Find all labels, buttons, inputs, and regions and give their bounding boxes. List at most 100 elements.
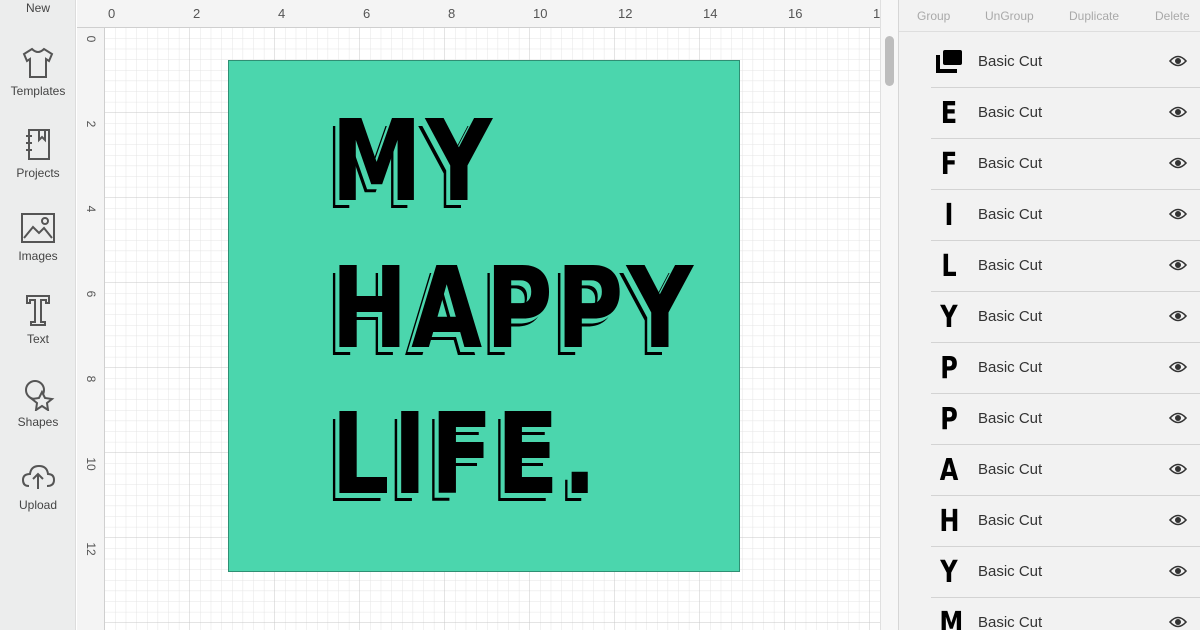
ruler-left-label: 2 — [84, 120, 98, 128]
ruler-top-label: 12 — [618, 6, 633, 21]
eye-icon[interactable] — [1169, 615, 1187, 629]
layer-row[interactable]: E Basic Cut — [931, 88, 1200, 139]
ruler-top-label: 8 — [448, 6, 456, 21]
ruler-top-label: 10 — [533, 6, 548, 21]
layer-name: Basic Cut — [978, 410, 1043, 427]
eye-icon[interactable] — [1169, 462, 1187, 476]
eye-icon[interactable] — [1169, 411, 1187, 425]
templates-label: Templates — [10, 84, 66, 98]
layer-row[interactable]: P Basic Cut — [931, 343, 1200, 394]
eye-icon[interactable] — [1169, 513, 1187, 527]
eye-icon[interactable] — [1169, 105, 1187, 119]
eye-icon[interactable] — [1169, 360, 1187, 374]
text-label: Text — [26, 332, 49, 346]
layer-row[interactable]: Y Basic Cut — [931, 547, 1200, 598]
ruler-top-label: 2 — [193, 6, 201, 21]
ruler-left-label: 12 — [84, 542, 98, 556]
projects-label: Projects — [16, 166, 60, 180]
text-line-my[interactable]: MY — [331, 106, 495, 218]
layer-row[interactable]: M Basic Cut — [931, 598, 1200, 630]
layer-row[interactable]: H Basic Cut — [931, 496, 1200, 547]
layers-icon — [936, 50, 962, 73]
canvas-scrollbar-thumb[interactable] — [885, 36, 894, 86]
duplicate-button[interactable]: Duplicate — [1069, 9, 1119, 23]
image-icon — [21, 213, 55, 243]
cloud-upload-icon — [21, 464, 56, 489]
shapes-label: Shapes — [17, 415, 59, 429]
ruler-left-label: 0 — [84, 35, 98, 43]
eye-icon[interactable] — [1169, 207, 1187, 221]
layer-name: Basic Cut — [978, 104, 1043, 121]
ruler-left-label: 8 — [84, 375, 98, 383]
canvas-scroll-track[interactable] — [880, 0, 898, 630]
layer-thumbnail: I — [944, 198, 954, 233]
layer-row[interactable]: A Basic Cut — [931, 445, 1200, 496]
eye-icon[interactable] — [1169, 564, 1187, 578]
layer-row[interactable]: Basic Cut — [931, 37, 1200, 88]
design-mat[interactable]: MY HAPPY LIFE. — [228, 60, 740, 572]
layer-row[interactable]: Y Basic Cut — [931, 292, 1200, 343]
ruler-top-label: 18 — [873, 6, 880, 21]
design-canvas[interactable]: 0 2 4 6 8 10 12 14 16 18 0 2 4 6 8 10 12… — [77, 0, 880, 630]
upload-label: Upload — [18, 498, 58, 512]
layer-thumbnail: A — [939, 453, 959, 488]
ruler-top-label: 4 — [278, 6, 286, 21]
left-toolbar: New Templates Projects Images Text Shape… — [0, 0, 76, 630]
ungroup-button[interactable]: UnGroup — [985, 9, 1034, 23]
images-label: Images — [18, 249, 58, 263]
ruler-top-label: 6 — [363, 6, 371, 21]
eye-icon[interactable] — [1169, 156, 1187, 170]
templates-button[interactable]: Templates — [0, 46, 76, 98]
layer-thumbnail: Y — [940, 300, 958, 335]
group-button[interactable]: Group — [917, 9, 950, 23]
top-ruler: 0 2 4 6 8 10 12 14 16 18 — [77, 0, 880, 28]
projects-button[interactable]: Projects — [0, 128, 76, 180]
notebook-icon — [26, 129, 50, 160]
layer-thumbnail: P — [940, 351, 958, 386]
layers-toolbar: Group UnGroup Duplicate Delete — [899, 0, 1200, 32]
text-line-life[interactable]: LIFE. — [331, 399, 600, 511]
layer-row[interactable]: L Basic Cut — [931, 241, 1200, 292]
left-ruler: 0 2 4 6 8 10 12 — [77, 28, 105, 630]
text-line-happy[interactable]: HAPPY — [331, 253, 696, 365]
text-button[interactable]: Text — [0, 294, 76, 346]
layer-name: Basic Cut — [978, 206, 1043, 223]
layer-row[interactable]: P Basic Cut — [931, 394, 1200, 445]
eye-icon[interactable] — [1169, 258, 1187, 272]
layer-thumbnail: Y — [940, 555, 958, 590]
layer-row[interactable]: I Basic Cut — [931, 190, 1200, 241]
layer-thumbnail: H — [939, 504, 960, 539]
eye-icon[interactable] — [1169, 54, 1187, 68]
layers-panel: Group UnGroup Duplicate Delete Basic Cut… — [898, 0, 1200, 630]
ruler-left-label: 10 — [84, 457, 98, 471]
new-label: New — [25, 1, 50, 15]
upload-button[interactable]: Upload — [0, 460, 76, 512]
new-button[interactable]: New — [0, 1, 76, 15]
layer-name: Basic Cut — [978, 461, 1043, 478]
layer-name: Basic Cut — [978, 155, 1043, 172]
text-t-icon — [26, 295, 50, 326]
ruler-top-label: 14 — [703, 6, 718, 21]
layer-name: Basic Cut — [978, 257, 1043, 274]
layer-name: Basic Cut — [978, 308, 1043, 325]
layer-name: Basic Cut — [978, 53, 1043, 70]
layer-name: Basic Cut — [978, 359, 1043, 376]
layer-thumbnail: P — [940, 402, 958, 437]
layer-name: Basic Cut — [978, 563, 1043, 580]
layer-thumbnail: E — [940, 96, 958, 131]
ruler-left-label: 4 — [84, 205, 98, 213]
eye-icon[interactable] — [1169, 309, 1187, 323]
delete-button[interactable]: Delete — [1155, 9, 1190, 23]
layer-name: Basic Cut — [978, 614, 1043, 630]
tshirt-icon — [22, 47, 54, 78]
layer-thumbnail: F — [940, 147, 958, 182]
layer-thumbnail: L — [941, 249, 957, 284]
ruler-left-label: 6 — [84, 290, 98, 298]
layer-thumbnail: M — [939, 606, 964, 630]
layer-row[interactable]: F Basic Cut — [931, 139, 1200, 190]
shapes-button[interactable]: Shapes — [0, 377, 76, 429]
ruler-top-label: 16 — [788, 6, 803, 21]
ruler-top-label: 0 — [108, 6, 116, 21]
images-button[interactable]: Images — [0, 211, 76, 263]
layer-name: Basic Cut — [978, 512, 1043, 529]
